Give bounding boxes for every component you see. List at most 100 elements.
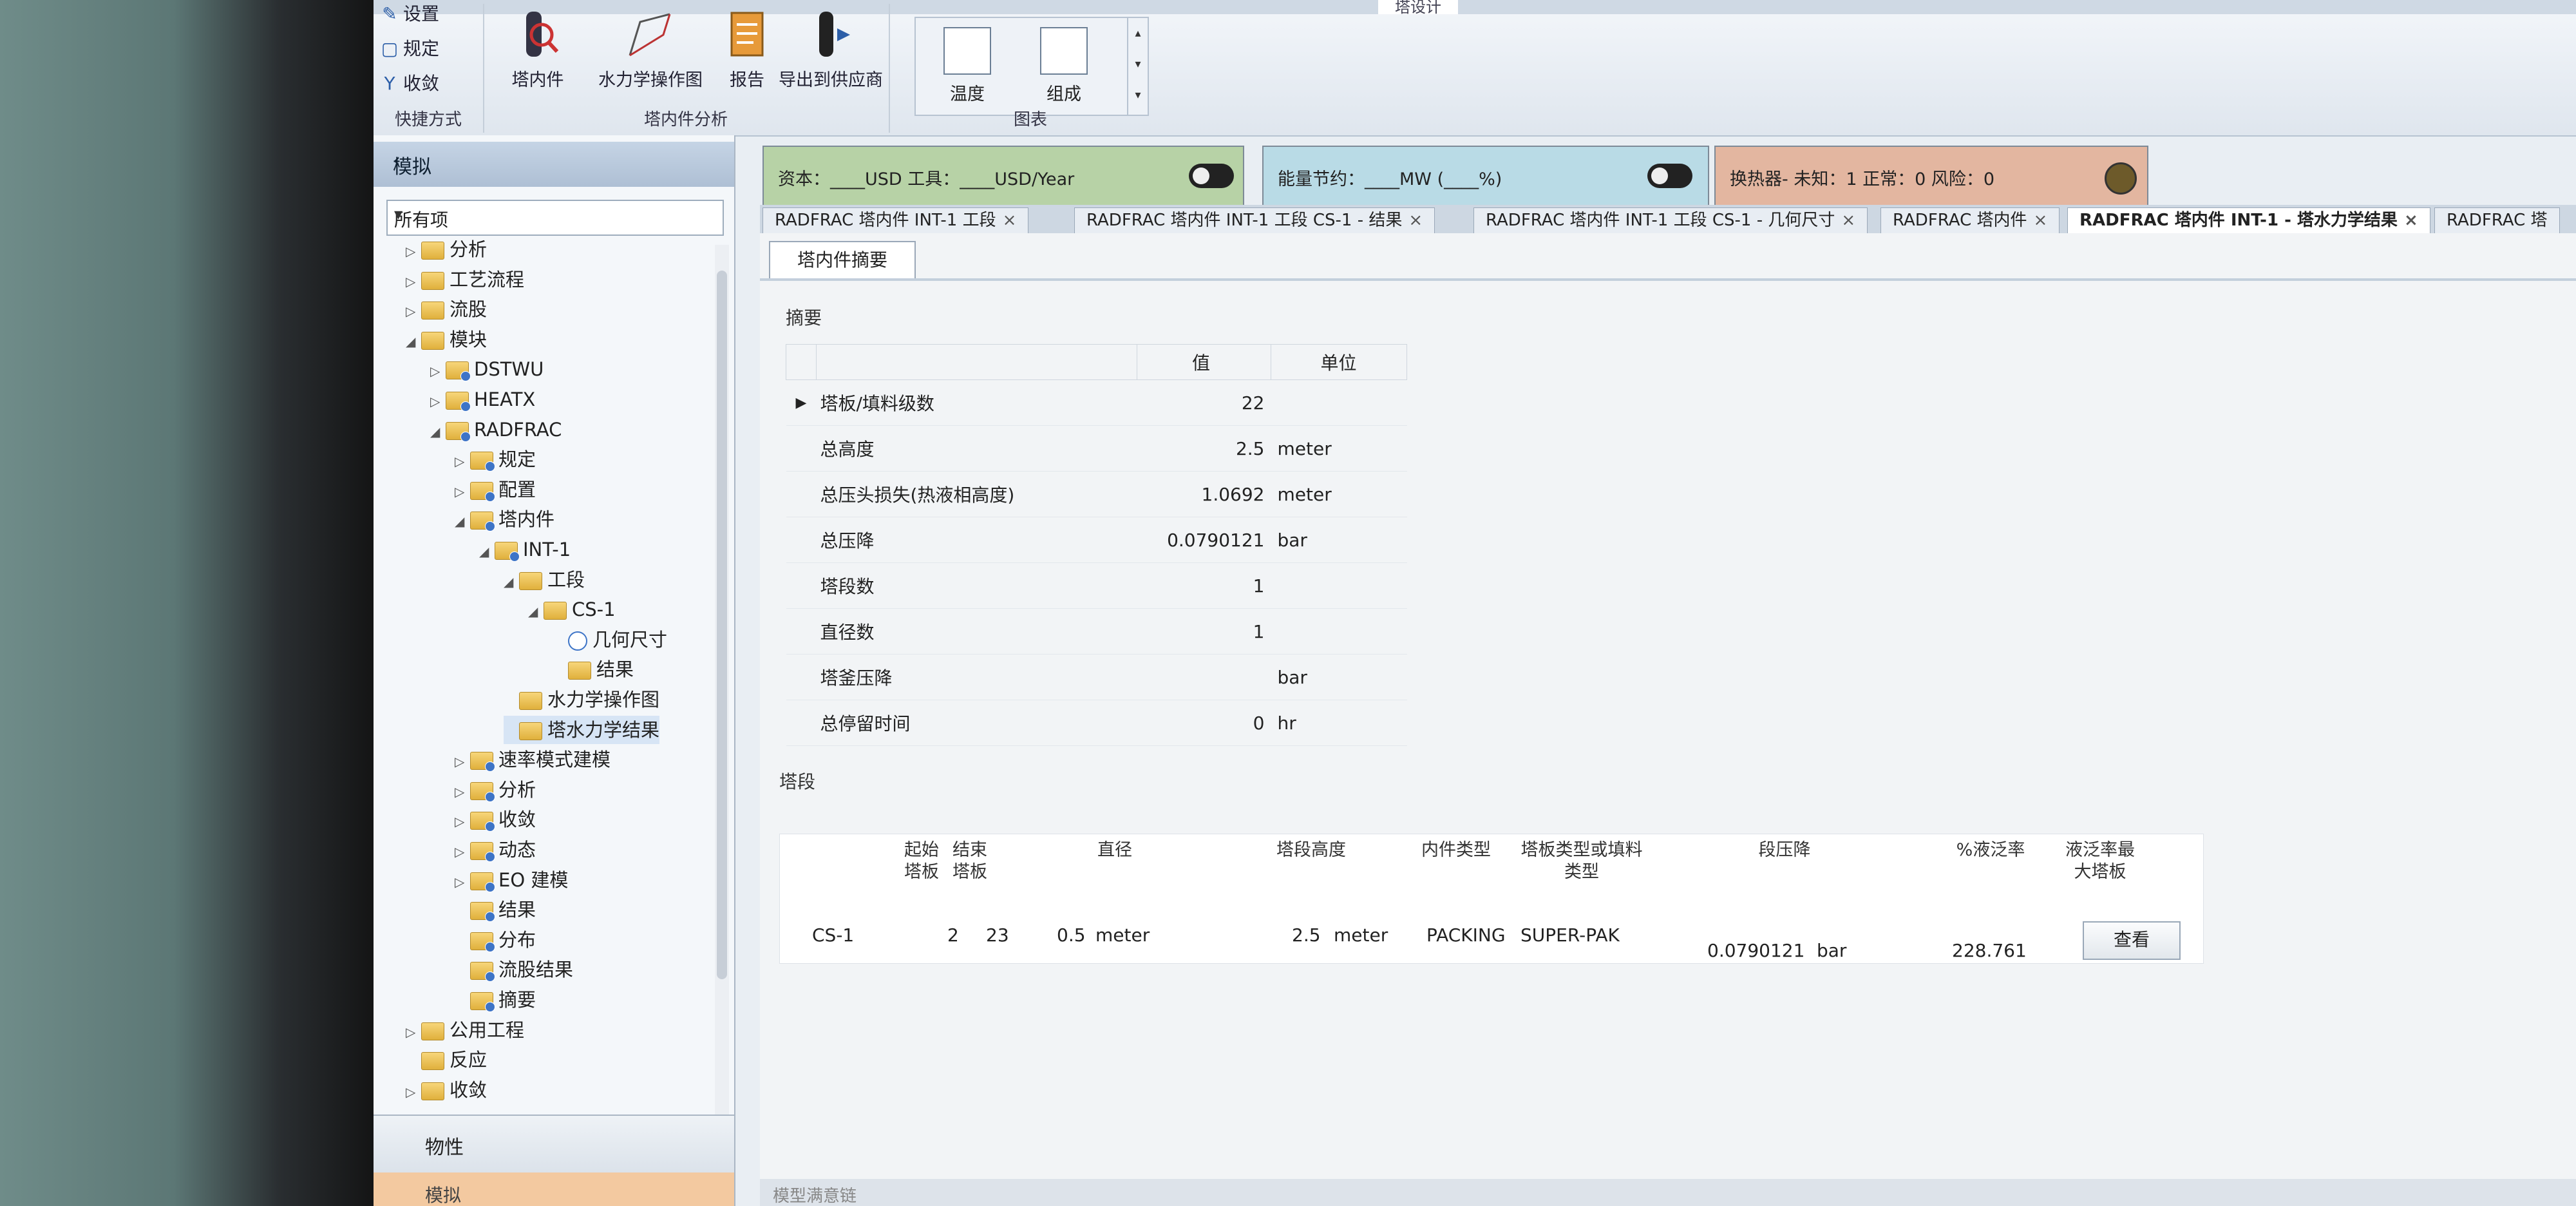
table-row[interactable]: 塔釜压降 bar [786, 654, 1407, 700]
tree-item[interactable]: ▷ 公用工程 [406, 1016, 524, 1044]
tree-expander-icon[interactable]: ▷ [430, 387, 446, 416]
tree-item[interactable]: ▷ EO 建模 [455, 866, 568, 894]
tree-item[interactable]: ▷ 动态 [455, 836, 536, 864]
tree-item[interactable]: 流股结果 [455, 955, 573, 984]
table-row[interactable]: 总停留时间 0 hr [786, 700, 1407, 746]
tree-item[interactable]: 结果 [455, 895, 536, 924]
ribbon-tab[interactable] [1179, 0, 1212, 14]
row-selector[interactable] [786, 700, 817, 746]
tree-expander-icon[interactable]: ◢ [528, 597, 544, 626]
doc-tab[interactable]: RADFRAC 塔 [2434, 207, 2560, 234]
row-selector[interactable] [786, 562, 817, 609]
tree-expander-icon[interactable]: ▷ [455, 477, 470, 506]
temperature-chart-button[interactable]: 温度 [929, 27, 1006, 105]
tree-item[interactable]: 塔水力学结果 [504, 715, 660, 744]
close-icon[interactable]: × [2034, 211, 2048, 230]
tree-item[interactable]: 分布 [455, 926, 536, 954]
tree-expander-icon[interactable]: ▷ [455, 747, 470, 776]
row-selector[interactable] [786, 471, 817, 517]
row-selector[interactable] [786, 517, 817, 563]
doc-tab-active[interactable]: RADFRAC 塔内件 INT-1 - 塔水力学结果 × [2067, 207, 2430, 234]
tree-item[interactable]: ▷ 分析 [455, 776, 536, 804]
view-section-button[interactable]: 查看 [2083, 921, 2181, 960]
exchanger-status-icon[interactable] [2105, 162, 2137, 195]
tree-expander-icon[interactable]: ◢ [430, 417, 446, 446]
tree-item[interactable]: ▷ HEATX [430, 385, 535, 414]
close-icon[interactable]: × [1003, 211, 1017, 230]
row-selector[interactable] [786, 608, 817, 655]
close-icon[interactable]: × [1408, 211, 1423, 230]
tree-expander-icon[interactable]: ◢ [479, 537, 495, 566]
tree-expander-icon[interactable]: ▷ [406, 1078, 421, 1106]
tree-expander-icon[interactable]: ▷ [430, 357, 446, 385]
tree-expander-icon[interactable]: ◢ [504, 568, 519, 596]
properties-pane-button[interactable]: 物性 [374, 1115, 734, 1174]
tree-item[interactable]: 摘要 [455, 986, 536, 1014]
table-row[interactable]: ▶ 塔板/填料级数 22 [786, 379, 1407, 426]
export-to-vendor-button[interactable]: 导出到供应商 [776, 9, 886, 91]
simulation-pane-button[interactable]: 模拟 [374, 1172, 734, 1206]
tree-item[interactable]: ▷ 配置 [455, 475, 536, 504]
tree-item[interactable]: 几何尺寸 [553, 626, 667, 654]
doc-tab[interactable]: RADFRAC 塔内件 INT-1 工段 CS-1 - 几何尺寸 × [1473, 207, 1868, 234]
table-row[interactable]: 总高度 2.5 meter [786, 425, 1407, 472]
tree-item[interactable]: ▷ 规定 [455, 445, 536, 474]
report-button[interactable]: 报告 [721, 9, 773, 91]
tree-expander-icon[interactable]: ▷ [455, 838, 470, 866]
table-row[interactable]: 直径数 1 [786, 608, 1407, 655]
tree-item[interactable]: ◢ INT-1 [479, 535, 571, 564]
tree-item[interactable]: ▷ 收敛 [455, 805, 536, 834]
tree-item[interactable]: ▷ 流股 [406, 295, 487, 323]
gallery-scroll[interactable]: ▴ ▾ ▾ [1127, 18, 1148, 115]
tree-item[interactable]: ◢ 模块 [406, 325, 487, 354]
close-icon[interactable]: × [1841, 211, 1855, 230]
tree-item[interactable]: ▷ 分析 [406, 235, 487, 263]
scrollbar-thumb[interactable] [717, 271, 727, 979]
navigation-scrollbar[interactable] [715, 245, 729, 1115]
tree-item[interactable]: ◢ RADFRAC [430, 416, 562, 444]
specifications-shortcut[interactable]: ▢ 规定 [380, 35, 439, 61]
settings-shortcut[interactable]: ✎ 设置 [380, 0, 439, 26]
tree-expander-icon[interactable]: ▷ [406, 1018, 421, 1046]
tree-expander-icon[interactable]: ▷ [406, 237, 421, 265]
tree-item[interactable]: ◢ 塔内件 [455, 505, 554, 533]
tree-expander-icon[interactable]: ◢ [406, 327, 421, 356]
composition-chart-button[interactable]: 组成 [1025, 27, 1103, 105]
navigation-filter-select[interactable]: 所有项 ▾ [386, 200, 724, 236]
tree-expander-icon[interactable]: ◢ [455, 507, 470, 535]
tree-expander-icon[interactable]: ▷ [406, 297, 421, 325]
table-row[interactable]: 总压降 0.0790121 bar [786, 517, 1407, 563]
hydraulic-plot-button[interactable]: 水力学操作图 [586, 9, 715, 91]
ribbon-tab-column-design[interactable]: 塔设计 [1378, 0, 1458, 15]
tree-item[interactable]: ▷ 收敛 [406, 1076, 487, 1104]
convergence-shortcut[interactable]: Y 收敛 [380, 70, 439, 95]
tree-expander-icon[interactable]: ▷ [455, 778, 470, 806]
tree-item[interactable]: 反应 [406, 1046, 487, 1074]
tree-item[interactable]: ▷ 工艺流程 [406, 265, 524, 294]
close-icon[interactable]: × [2404, 211, 2418, 230]
tree-item[interactable]: 水力学操作图 [504, 685, 659, 714]
folder-icon [421, 1082, 444, 1100]
tree-item[interactable]: ▷ 速率模式建模 [455, 745, 611, 774]
table-row[interactable]: 塔段数 1 [786, 562, 1407, 609]
tree-expander-icon[interactable]: ▷ [455, 447, 470, 475]
doc-tab[interactable]: RADFRAC 塔内件 INT-1 工段 × [762, 207, 1029, 234]
tree-item[interactable]: 结果 [553, 655, 634, 684]
doc-tab[interactable]: RADFRAC 塔内件 INT-1 工段 CS-1 - 结果 × [1074, 207, 1435, 234]
tree-expander-icon[interactable]: ▷ [455, 868, 470, 896]
tree-expander-icon[interactable]: ▷ [406, 267, 421, 296]
row-selector[interactable] [786, 425, 817, 472]
tree-expander-icon[interactable]: ▷ [455, 807, 470, 836]
row-selector[interactable] [786, 654, 817, 700]
tree-item[interactable]: ◢ 工段 [504, 566, 585, 594]
column-internals-button[interactable]: 塔内件 [489, 9, 586, 91]
doc-tab[interactable]: RADFRAC 塔内件 × [1880, 207, 2060, 234]
form-tab-summary[interactable]: 塔内件摘要 [769, 241, 916, 280]
table-row[interactable]: 总压头损失(热液相高度) 1.0692 meter [786, 471, 1407, 517]
tree-item[interactable]: ▷ DSTWU [430, 355, 544, 383]
energy-toggle[interactable] [1647, 164, 1692, 188]
tree-item[interactable]: ◢ CS-1 [528, 595, 616, 624]
cost-toggle[interactable] [1189, 164, 1234, 188]
row-selector[interactable]: ▶ [786, 379, 817, 426]
collapse-pane-icon[interactable]: ‹ [393, 149, 719, 172]
